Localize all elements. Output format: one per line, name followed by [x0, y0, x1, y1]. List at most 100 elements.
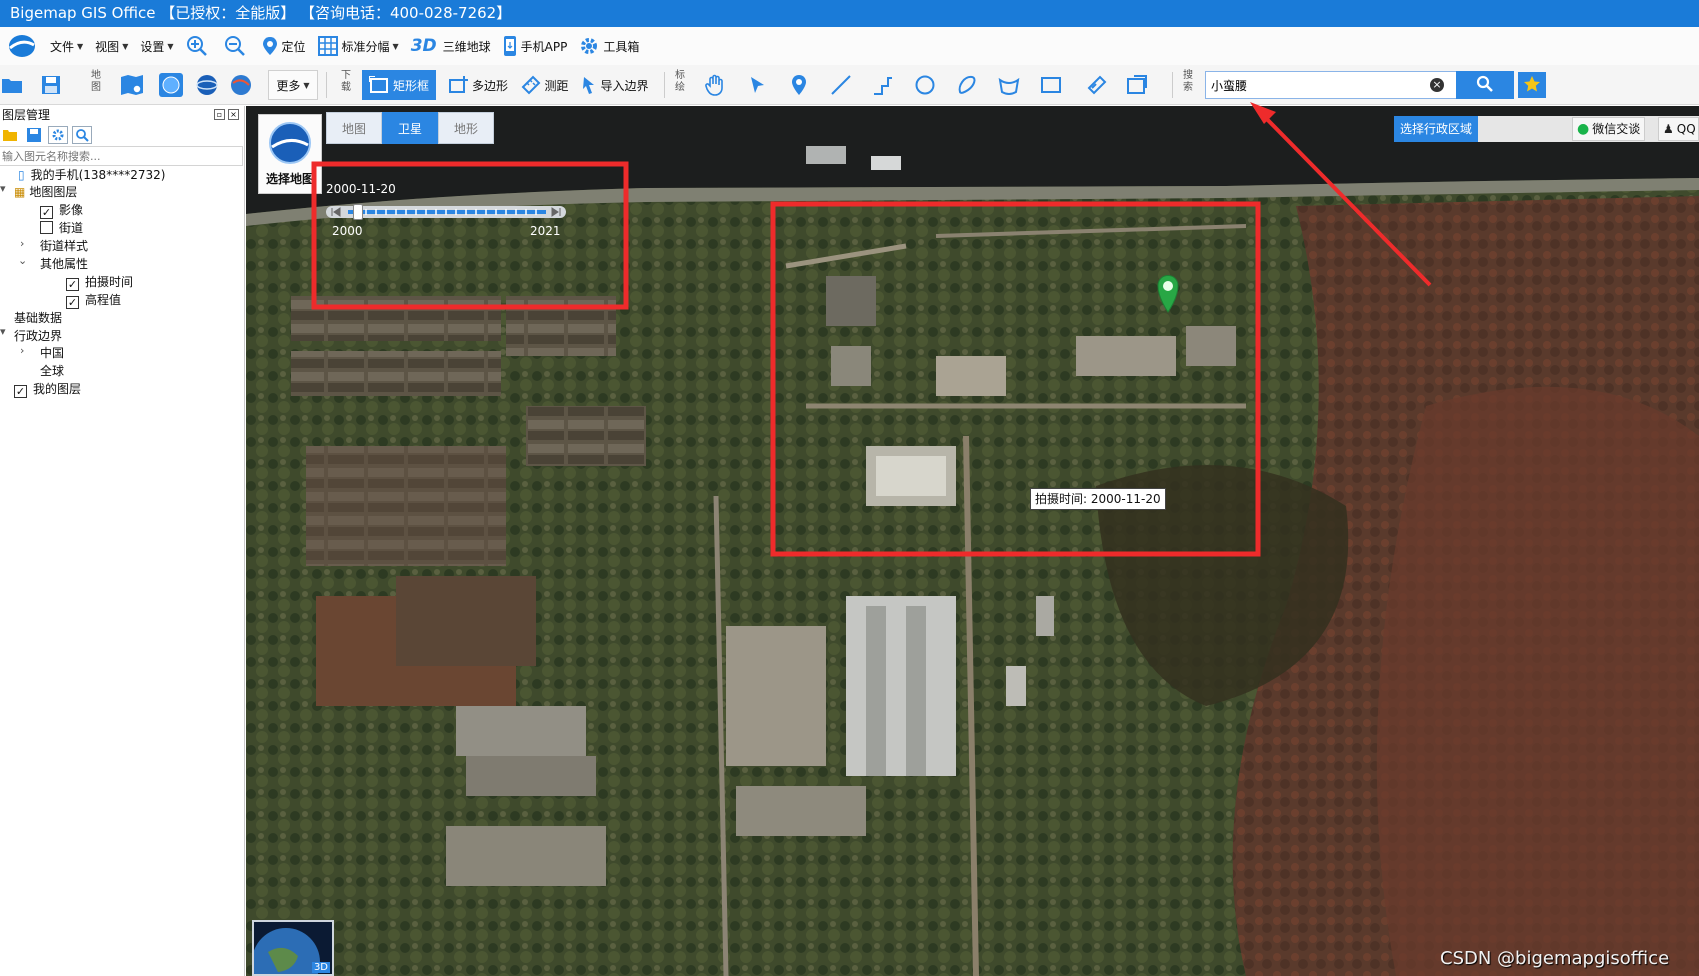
timeline-start-year: 2000	[332, 224, 363, 238]
my-layers-checkbox[interactable]: ✓	[14, 385, 27, 398]
menu-view[interactable]: 视图 ▼	[89, 31, 134, 61]
new-folder-icon[interactable]	[0, 126, 20, 144]
tree-item-label: 全球	[40, 364, 65, 378]
app-logo-icon[interactable]	[0, 27, 44, 65]
elevation-checkbox[interactable]: ✓	[66, 296, 79, 309]
select-region-button[interactable]: 选择行政区域	[1394, 116, 1478, 142]
pan-tool-button[interactable]	[700, 70, 730, 100]
tree-item-admin-border[interactable]: 行政边界	[14, 327, 62, 344]
tree-item-capture-time[interactable]: ✓ 拍摄时间	[66, 273, 133, 291]
select-map-label: 选择地图	[265, 172, 314, 186]
tree-item-global[interactable]: 全球	[40, 362, 64, 379]
tree-item-streets[interactable]: 街道	[40, 219, 83, 236]
globe-3d-button[interactable]: 3D 三维地球	[405, 31, 497, 61]
zoom-out-button[interactable]	[218, 31, 256, 61]
app-window: Bigemap GIS Office 【已授权：全能版】 【咨询电话：400-0…	[0, 0, 1699, 976]
timeline-end-year: 2021	[530, 224, 561, 238]
std-sheet-button[interactable]: 标准分幅 ▼	[312, 31, 405, 61]
marker-tool-button[interactable]	[784, 70, 814, 100]
collapse-arrow-icon[interactable]: ▾	[0, 182, 6, 195]
wechat-chat-button[interactable]: ● 微信交谈	[1572, 117, 1646, 141]
menu-file[interactable]: 文件 ▼	[44, 31, 89, 61]
tree-item-map-layers[interactable]: ▦ 地图图层	[14, 183, 77, 200]
imagery-checkbox[interactable]: ✓	[40, 206, 53, 219]
collapse-arrow-icon[interactable]: ⌄	[18, 254, 27, 267]
toolbox-button[interactable]: 工具箱	[573, 31, 645, 61]
search-icon	[1476, 75, 1494, 96]
line-tool-button[interactable]	[826, 70, 856, 100]
globe-icon	[269, 122, 311, 164]
save-button[interactable]	[38, 70, 64, 100]
mobile-app-button[interactable]: 手机APP	[497, 31, 574, 61]
tab-satellite[interactable]: 卫星	[382, 112, 438, 144]
circle-tool-button[interactable]	[910, 70, 940, 100]
expand-arrow-icon[interactable]: ›	[20, 237, 24, 250]
timeline-track[interactable]	[326, 204, 566, 220]
chevron-down-icon: ▼	[303, 80, 310, 90]
measure-button[interactable]: 测距	[518, 70, 572, 100]
open-folder-button[interactable]	[0, 70, 24, 100]
capture-time-checkbox[interactable]: ✓	[66, 278, 79, 291]
select-tool-button[interactable]	[742, 70, 772, 100]
gear-icon	[579, 36, 599, 56]
satellite-source-button[interactable]	[158, 70, 184, 100]
chevron-down-icon: ▼	[392, 41, 399, 51]
map-manager-button[interactable]	[116, 70, 148, 100]
tree-item-label: 地图图层	[29, 185, 78, 199]
close-panel-icon[interactable]: ×	[228, 109, 239, 120]
divider	[664, 72, 665, 98]
zoom-in-button[interactable]	[180, 31, 218, 61]
timeline-handle[interactable]	[352, 204, 363, 220]
tree-item-street-style[interactable]: 街道样式	[40, 237, 88, 254]
globe-3d-label: 三维地球	[442, 39, 491, 54]
tree-item-my-layers[interactable]: ✓ 我的图层	[14, 380, 81, 398]
tree-item-phone[interactable]: ▯ 我的手机(138****2732)	[18, 166, 165, 183]
menu-settings[interactable]: 设置 ▼	[134, 31, 179, 61]
tab-map[interactable]: 地图	[326, 112, 382, 144]
tree-item-label: 中国	[40, 346, 65, 360]
layer-filter-input[interactable]	[0, 146, 243, 166]
select-map-button[interactable]: 选择地图	[258, 114, 322, 194]
rectangle-tool-button[interactable]	[1036, 70, 1066, 100]
favorite-button[interactable]	[1518, 72, 1546, 98]
qq-chat-button[interactable]: ♟ QQ	[1658, 117, 1699, 141]
expand-arrow-icon[interactable]: ›	[20, 344, 24, 357]
pin-panel-icon[interactable]: ▫	[214, 109, 225, 120]
layer-search-icon[interactable]	[72, 126, 92, 144]
chevron-down-icon: ▼	[77, 41, 84, 51]
tree-item-china[interactable]: 中国	[40, 344, 64, 361]
rect-select-button[interactable]: 矩形框	[362, 70, 436, 100]
map-group-char: 图	[91, 82, 101, 93]
edit-tool-button[interactable]	[1082, 70, 1112, 100]
menu-settings-label: 设置	[140, 39, 165, 54]
polyline-tool-button[interactable]	[868, 70, 898, 100]
tab-terrain[interactable]: 地形	[438, 112, 494, 144]
locate-button[interactable]: 定位	[256, 31, 312, 61]
timeline-current-date: 2000-11-20	[326, 182, 396, 196]
tree-item-base-data[interactable]: 基础数据	[14, 309, 62, 326]
collapse-arrow-icon[interactable]: ▾	[0, 325, 6, 338]
globe-minimap[interactable]: 3D	[252, 920, 334, 976]
globe-source-button[interactable]	[194, 70, 220, 100]
clear-search-icon[interactable]: ×	[1430, 78, 1444, 92]
tree-item-imagery[interactable]: ✓ 影像	[40, 201, 83, 219]
search-input[interactable]	[1205, 71, 1457, 99]
freehand-tool-button[interactable]	[952, 70, 982, 100]
layer-settings-icon[interactable]	[48, 126, 68, 144]
image-tool-button[interactable]	[1122, 70, 1152, 100]
arc-shape-icon	[998, 74, 1020, 96]
import-border-button[interactable]: 导入边界	[580, 70, 650, 100]
search-button[interactable]	[1456, 71, 1514, 99]
more-sources-button[interactable]: 更多 ▼	[268, 70, 318, 100]
streets-checkbox[interactable]	[40, 221, 53, 234]
globe-alt-button[interactable]	[228, 70, 254, 100]
tree-item-elevation[interactable]: ✓ 高程值	[66, 291, 121, 309]
polygon-select-button[interactable]: 多边形	[442, 70, 514, 100]
save-layer-icon[interactable]	[24, 126, 44, 144]
tree-item-other-props[interactable]: 其他属性	[40, 255, 88, 272]
arc-tool-button[interactable]	[994, 70, 1024, 100]
map-pin-icon	[791, 74, 807, 96]
title-bar: Bigemap GIS Office 【已授权：全能版】 【咨询电话：400-0…	[0, 0, 1699, 27]
layer-panel-tools	[0, 124, 244, 146]
earth-icon	[229, 73, 253, 97]
